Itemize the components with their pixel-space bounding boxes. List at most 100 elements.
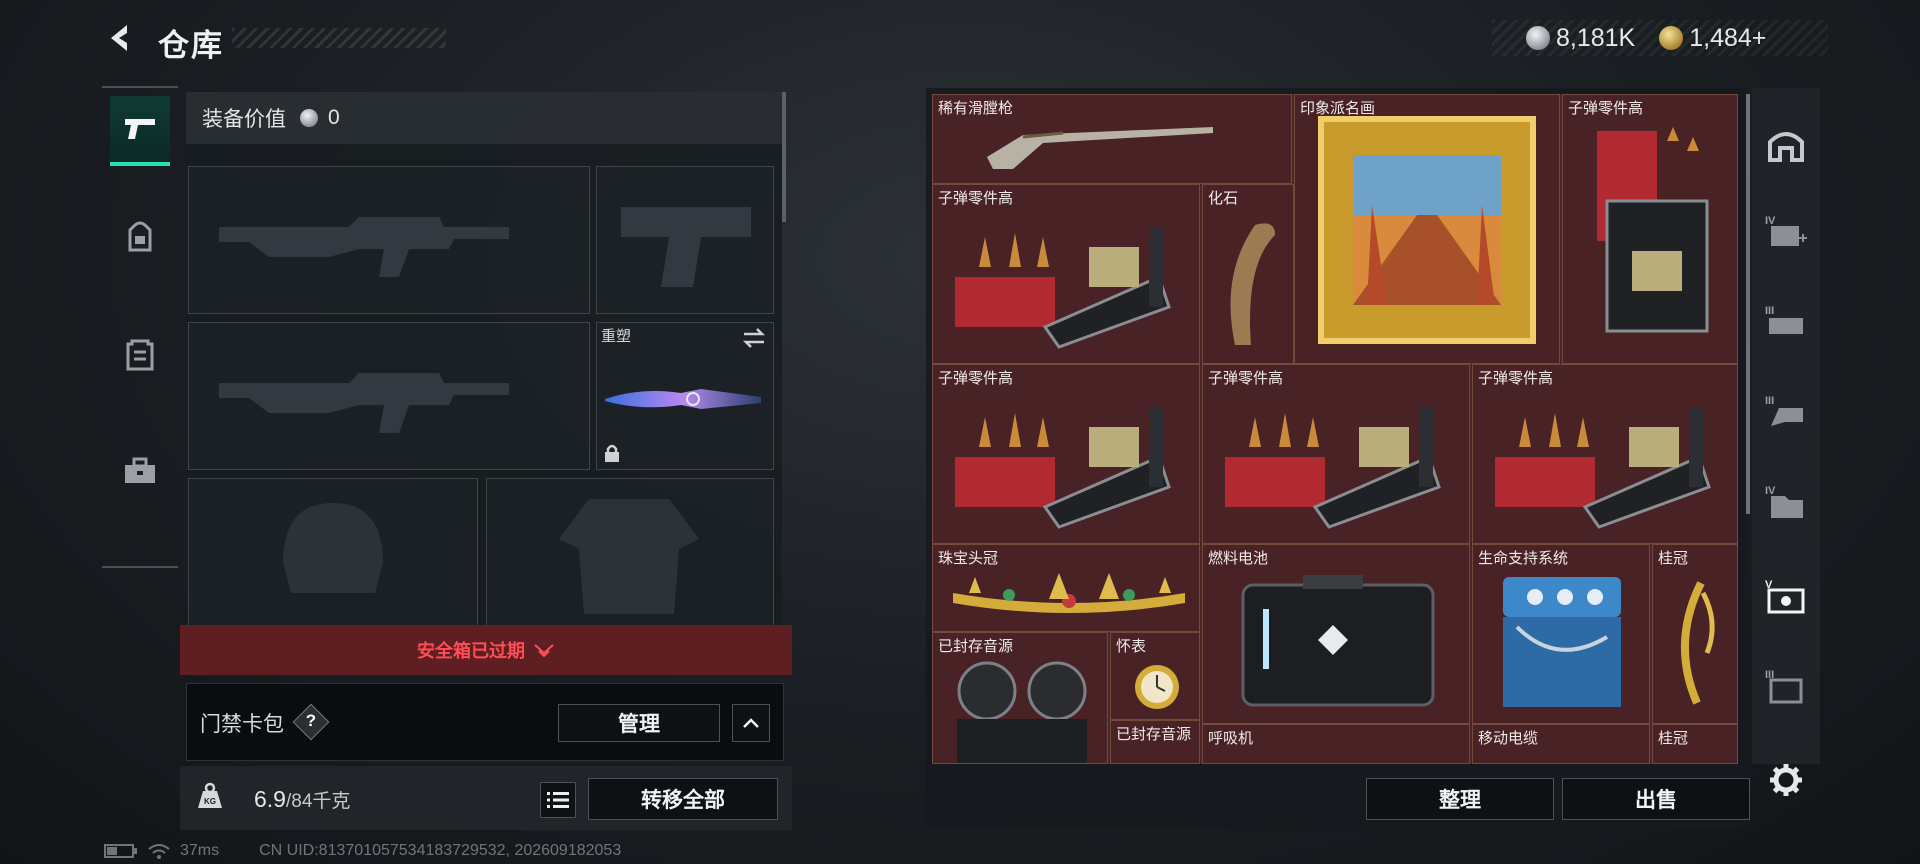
gold-coin-icon: [1659, 26, 1684, 50]
svg-text:III: III: [1765, 305, 1774, 317]
keycard-label: 门禁卡包: [200, 713, 284, 736]
manage-button[interactable]: 管理: [558, 704, 720, 742]
stash-item-ammo[interactable]: 子弹零件高: [932, 184, 1200, 364]
stash-item-fossil[interactable]: 化石: [1202, 184, 1294, 364]
tab-case-iii[interactable]: III: [1762, 298, 1810, 346]
melee-slot[interactable]: 重塑: [596, 322, 774, 470]
equipment-value-label: 装备价值: [202, 108, 286, 131]
gear-icon: [1770, 764, 1802, 796]
item-name: 已封存音源: [1116, 726, 1192, 743]
tab-weapon[interactable]: [110, 96, 170, 166]
item-name: 子弹零件高: [938, 190, 1014, 207]
case-iii-icon: III: [1765, 305, 1803, 334]
stash-item-laurel[interactable]: 桂冠: [1652, 724, 1738, 764]
svg-text:IV: IV: [1765, 215, 1776, 227]
tab-case-iv-b[interactable]: IV: [1762, 478, 1810, 526]
backpack-icon: [128, 221, 152, 252]
collapse-button[interactable]: [732, 704, 770, 742]
musket-icon: [987, 127, 1213, 169]
transfer-all-button[interactable]: 转移全部: [588, 778, 778, 820]
settings-button[interactable]: [1766, 760, 1806, 800]
tab-case-iv[interactable]: IV: [1762, 208, 1810, 256]
tab-case-v[interactable]: V: [1762, 572, 1810, 620]
battery-icon: [104, 844, 137, 858]
safe-box-status: 安全箱已过期: [417, 641, 525, 661]
swap-icon[interactable]: [741, 327, 767, 349]
ammo-crate-icon: [955, 227, 1171, 349]
pistol-slot[interactable]: [596, 166, 774, 314]
tab-backpack[interactable]: [110, 202, 170, 272]
stash-grid: 稀有滑膛枪 印象派名画 子弹零件高 子弹零件高 化石 子弹零件高 子弹零件高 子…: [932, 94, 1738, 764]
stash-item-cable[interactable]: 移动电缆: [1472, 724, 1650, 764]
item-name: 桂冠: [1658, 730, 1689, 747]
rifle-silhouette-icon: [219, 217, 509, 277]
bunker-icon: [1768, 132, 1804, 162]
svg-text:III: III: [1765, 395, 1774, 407]
pocket-watch-icon: [1135, 665, 1179, 709]
item-name: 子弹零件高: [1568, 100, 1644, 117]
stash-item-laurel[interactable]: 桂冠: [1652, 544, 1738, 724]
item-name: 化石: [1208, 190, 1239, 207]
silver-amount: 8,181K: [1556, 23, 1636, 52]
equipment-scrollbar[interactable]: [782, 92, 786, 222]
svg-text:IV: IV: [1765, 485, 1776, 497]
vest-icon: [126, 339, 154, 371]
stash-item-musket[interactable]: 稀有滑膛枪: [932, 94, 1292, 184]
knife-icon: [605, 389, 761, 409]
stash-item-life-support[interactable]: 生命支持系统: [1472, 544, 1650, 724]
list-icon: [547, 792, 569, 808]
tab-vest[interactable]: [110, 320, 170, 390]
tab-bunker[interactable]: [1762, 120, 1810, 168]
rifle-silhouette-icon: [219, 373, 509, 433]
safe-box-expired-bar[interactable]: 安全箱已过期: [180, 625, 792, 675]
ammo-crate-icon: [1225, 407, 1441, 529]
carry-weight: 6.9/84千克: [254, 786, 350, 813]
sort-button[interactable]: 整理: [1366, 778, 1554, 820]
ammo-crate-icon: [955, 407, 1171, 529]
back-button[interactable]: [100, 18, 140, 58]
uid-readout: CN UID:813701057534183729532, 2026091820…: [259, 842, 622, 859]
item-name: 桂冠: [1658, 550, 1689, 567]
stash-item-reel[interactable]: 已封存音源: [1110, 720, 1200, 764]
case-v-icon: V: [1765, 579, 1805, 614]
primary-weapon-slot[interactable]: [188, 166, 590, 314]
helmet-slot[interactable]: [188, 478, 478, 626]
chevron-up-icon: [743, 718, 759, 728]
secondary-weapon-slot[interactable]: [188, 322, 590, 470]
tab-case-iii-b[interactable]: III: [1762, 388, 1810, 436]
item-name: 子弹零件高: [1478, 370, 1554, 387]
equipment-value-header: 装备价值 0: [186, 92, 782, 144]
stash-item-ammo[interactable]: 子弹零件高: [1472, 364, 1738, 544]
fuel-cell-icon: [1241, 575, 1435, 707]
back-arrow-icon: [111, 25, 127, 51]
stash-item-ammo-tall[interactable]: 子弹零件高: [1562, 94, 1738, 364]
stash-item-pocket-watch[interactable]: 怀表: [1110, 632, 1200, 720]
stash-item-painting[interactable]: 印象派名画: [1294, 94, 1560, 364]
helmet-silhouette-icon: [283, 503, 383, 593]
ammo-crate-icon: [1597, 127, 1709, 333]
pistol-icon: [125, 119, 155, 139]
stash-item-ammo[interactable]: 子弹零件高: [932, 364, 1200, 544]
weight-icon: KG: [198, 782, 222, 808]
equipment-tab-rail: [102, 86, 178, 568]
case-iii-c-icon: III: [1765, 669, 1803, 704]
stash-item-fuel-cell[interactable]: 燃料电池: [1202, 544, 1470, 724]
stash-item-tiara[interactable]: 珠宝头冠: [932, 544, 1200, 632]
stash-item-ammo[interactable]: 子弹零件高: [1202, 364, 1470, 544]
carry-weight-max: /84千克: [285, 791, 351, 812]
armor-silhouette-icon: [559, 499, 699, 614]
stash-scrollbar[interactable]: [1746, 94, 1750, 514]
gold-currency[interactable]: 1,484+: [1659, 24, 1766, 53]
stash-item-ventilator[interactable]: 呼吸机: [1202, 724, 1470, 764]
status-bar: 37ms CN UID:813701057534183729532, 20260…: [104, 842, 621, 860]
sell-button[interactable]: 出售: [1562, 778, 1750, 820]
tab-toolbox[interactable]: [110, 436, 170, 506]
laurel-icon: [1681, 581, 1715, 705]
armor-slot[interactable]: [486, 478, 774, 626]
painting-icon: [1318, 116, 1536, 344]
stash-item-reel[interactable]: 已封存音源: [932, 632, 1108, 764]
toolbox-icon: [125, 457, 155, 483]
tab-case-iii-c[interactable]: III: [1762, 662, 1810, 710]
page-title: 仓库: [158, 28, 224, 63]
list-view-button[interactable]: [540, 782, 576, 818]
